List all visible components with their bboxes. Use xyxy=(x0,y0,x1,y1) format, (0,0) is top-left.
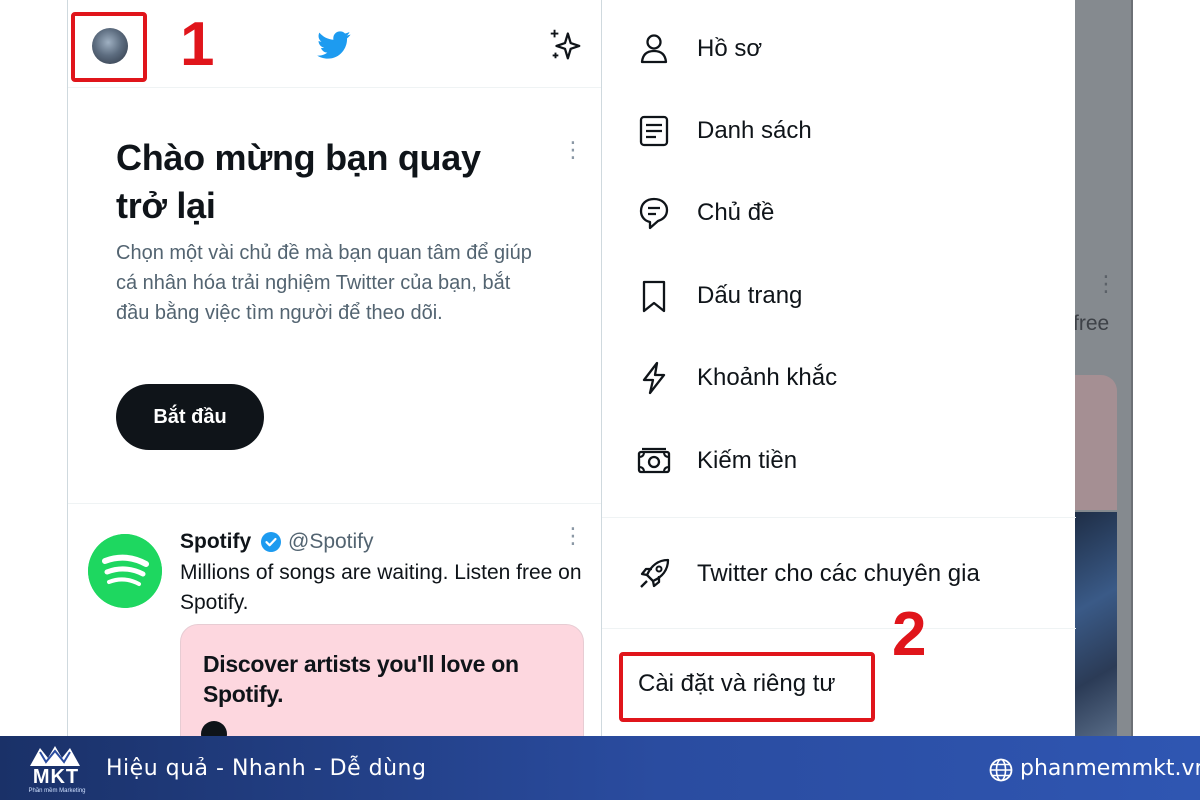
mkt-logo-text: MKT xyxy=(32,766,80,788)
profile-icon xyxy=(640,34,668,64)
menu-item-label: Khoảnh khắc xyxy=(697,364,838,391)
divider xyxy=(602,628,1076,629)
menu-item-professionals[interactable]: Twitter cho các chuyên gia xyxy=(602,539,1076,609)
feed-header xyxy=(68,0,601,88)
more-options-icon: ⋮ xyxy=(1095,271,1117,296)
menu-item-label: Hồ sơ xyxy=(697,35,763,62)
menu-item-monetization[interactable]: Kiếm tiền xyxy=(602,426,1076,496)
brand-footer: MKT Phần mềm Marketing Hiệu quả - Nhanh … xyxy=(0,736,1200,800)
welcome-description: Chọn một vài chủ đề mà bạn quan tâm để g… xyxy=(116,242,532,324)
divider xyxy=(602,517,1076,518)
welcome-card: Chào mừng bạn quay trở lại ⋮ Chọn một và… xyxy=(68,88,601,504)
home-feed: Chào mừng bạn quay trở lại ⋮ Chọn một và… xyxy=(67,0,601,736)
footer-slogan: Hiệu quả - Nhanh - Dễ dùng xyxy=(106,756,427,781)
menu-item-topics[interactable]: Chủ đề xyxy=(602,178,1076,248)
mkt-logo-subtext: Phần mềm Marketing xyxy=(28,788,86,794)
menu-item-bookmarks[interactable]: Dấu trang xyxy=(602,261,1076,331)
more-options-icon[interactable]: ⋮ xyxy=(562,525,584,554)
menu-item-profile[interactable]: Hồ sơ xyxy=(602,14,1076,84)
footer-website-link[interactable]: phanmemmkt.vn xyxy=(1020,756,1200,781)
rocket-icon xyxy=(640,558,670,588)
highlight-box-avatar xyxy=(71,12,147,82)
promo-card[interactable]: Discover artists you'll love on Spotify. xyxy=(180,624,584,736)
backdrop-image xyxy=(1075,512,1117,736)
menu-item-label: Twitter cho các chuyên gia xyxy=(697,560,980,587)
menu-item-label: Chủ đề xyxy=(697,199,775,226)
side-drawer-menu: Hồ sơ Danh sách Chủ đề Dấu trang Khoảnh … xyxy=(601,0,1076,736)
moments-icon xyxy=(642,361,666,395)
tweet-author-handle[interactable]: @Spotify xyxy=(288,530,374,554)
promoted-tweet[interactable]: Spotify @Spotify ⋮ Millions of songs are… xyxy=(68,504,601,736)
verified-badge-icon xyxy=(261,532,281,552)
step-number-2: 2 xyxy=(892,600,927,669)
menu-item-lists[interactable]: Danh sách xyxy=(602,96,1076,166)
tweet-text: Millions of songs are waiting. Listen fr… xyxy=(180,561,582,614)
menu-item-moments[interactable]: Khoảnh khắc xyxy=(602,343,1076,413)
backdrop-text: free xyxy=(1075,312,1110,335)
dimmed-backdrop[interactable]: ⋮ free xyxy=(1075,0,1133,736)
sparkle-icon[interactable] xyxy=(546,26,584,64)
topics-icon xyxy=(639,197,669,230)
highlight-box-settings xyxy=(619,652,875,722)
step-number-1: 1 xyxy=(180,10,215,79)
menu-item-label: Danh sách xyxy=(697,117,812,144)
spotify-mini-logo-icon xyxy=(201,721,227,736)
globe-icon xyxy=(989,758,1013,782)
menu-item-label: Kiếm tiền xyxy=(697,447,798,474)
promo-card-title: Discover artists you'll love on Spotify. xyxy=(203,651,519,707)
bookmark-icon xyxy=(642,280,666,313)
twitter-bird-icon[interactable] xyxy=(316,28,352,62)
list-icon xyxy=(639,115,669,147)
tweet-author-name[interactable]: Spotify xyxy=(180,530,251,554)
backdrop-card xyxy=(1075,375,1117,510)
monetization-icon xyxy=(637,447,671,474)
start-button[interactable]: Bắt đầu xyxy=(116,384,264,450)
welcome-title: Chào mừng bạn quay trở lại xyxy=(116,137,481,226)
spotify-logo[interactable] xyxy=(88,534,162,608)
menu-item-label: Dấu trang xyxy=(697,282,803,309)
more-options-icon[interactable]: ⋮ xyxy=(562,139,584,168)
